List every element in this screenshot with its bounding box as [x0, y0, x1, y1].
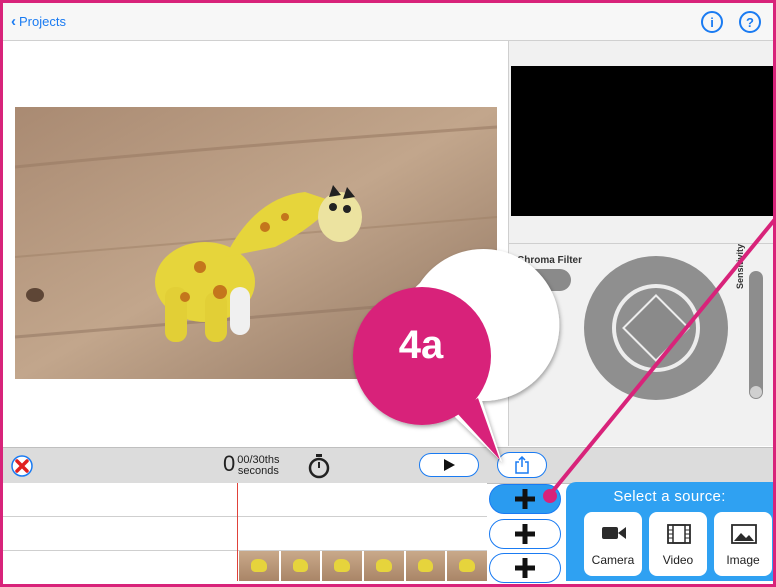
- share-icon: [515, 456, 529, 474]
- callout-label: 4a: [398, 323, 444, 367]
- frame-thumbnail[interactable]: [322, 551, 363, 581]
- source-video-button[interactable]: Video: [649, 512, 707, 576]
- info-button[interactable]: i: [701, 11, 723, 33]
- chevron-left-icon: ‹: [11, 13, 16, 30]
- playhead[interactable]: [237, 483, 238, 581]
- stopwatch-icon[interactable]: [307, 453, 331, 484]
- add-layer-button-2[interactable]: [489, 519, 561, 549]
- back-to-projects-button[interactable]: ‹ Projects: [11, 14, 66, 29]
- timeline-tracks[interactable]: [3, 483, 488, 581]
- back-button-label: Projects: [19, 14, 66, 29]
- track-divider: [3, 516, 487, 517]
- play-button[interactable]: [419, 453, 479, 477]
- source-image-button[interactable]: Image: [714, 512, 772, 576]
- output-preview: [511, 66, 774, 216]
- frame-thumbnails: [239, 551, 488, 581]
- plus-icon: [515, 558, 535, 578]
- canvas-area: [3, 41, 507, 446]
- source-picker-title: Select a source:: [613, 488, 726, 505]
- delete-frame-button[interactable]: [11, 455, 33, 477]
- film-strip-icon: [667, 524, 691, 544]
- image-icon: [731, 524, 757, 544]
- chroma-filter-label: Chroma Filter: [517, 255, 583, 266]
- frame-thumbnail[interactable]: [364, 551, 404, 581]
- frame-thumbnail[interactable]: [280, 551, 321, 581]
- source-image-label: Image: [726, 553, 760, 567]
- chroma-filter-toggle[interactable]: [517, 269, 571, 291]
- plus-icon: [515, 524, 535, 544]
- timecode-display: 0 00/30ths seconds: [223, 452, 279, 477]
- sensitivity-slider[interactable]: [749, 271, 763, 399]
- frame-seconds-number: 0: [223, 451, 236, 476]
- source-camera-label: Camera: [591, 553, 635, 567]
- slider-thumb[interactable]: [750, 386, 762, 398]
- toggle-knob: [518, 270, 538, 290]
- video-camera-icon: [602, 527, 626, 539]
- top-bar: ‹ Projects i ?: [3, 3, 773, 41]
- play-icon: [444, 459, 455, 471]
- frame-thumbnail[interactable]: [239, 551, 279, 581]
- plus-icon: [515, 489, 535, 509]
- timeline-toolbar: 0 00/30ths seconds: [3, 447, 773, 484]
- color-wheel-dial[interactable]: [583, 255, 729, 406]
- sensitivity-label: Sensitivity: [735, 243, 745, 289]
- share-button[interactable]: [497, 452, 547, 478]
- add-layer-button-3[interactable]: [489, 553, 561, 583]
- frame-thumbnail[interactable]: [447, 551, 488, 581]
- delete-x-icon: [11, 455, 33, 477]
- frame-thumbnail[interactable]: [405, 551, 446, 581]
- help-icon: ?: [746, 14, 754, 30]
- chroma-panel: Chroma Filter Sensitivity: [508, 41, 774, 446]
- source-video-label: Video: [662, 553, 694, 567]
- info-icon: i: [710, 14, 714, 30]
- source-camera-button[interactable]: Camera: [584, 512, 642, 576]
- source-picker-popover: Select a source: Camera Video Image: [566, 482, 773, 581]
- seconds-label: seconds: [237, 465, 279, 477]
- help-button[interactable]: ?: [739, 11, 761, 33]
- add-layer-button-1[interactable]: [489, 484, 561, 514]
